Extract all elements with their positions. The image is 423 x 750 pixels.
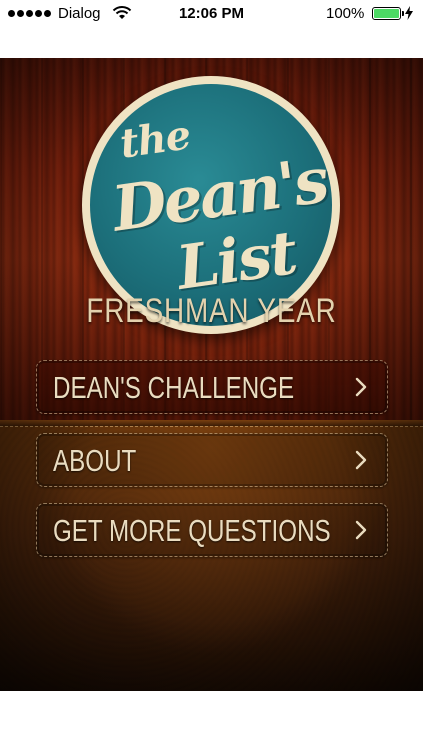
- screen: Dialog 12:06 PM 100% the Dean's List FRE…: [0, 0, 423, 750]
- menu-item-label: GET MORE QUESTIONS: [53, 513, 331, 548]
- app-view: the Dean's List FRESHMAN YEAR DEAN'S CHA…: [0, 58, 423, 691]
- menu-item-label: ABOUT: [53, 443, 137, 478]
- battery-nub: [402, 11, 404, 16]
- logo-word-the: the: [117, 111, 193, 168]
- chevron-right-icon: [351, 450, 371, 470]
- about-button[interactable]: ABOUT: [36, 433, 388, 487]
- deans-challenge-button[interactable]: DEAN'S CHALLENGE: [36, 360, 388, 414]
- status-bar: Dialog 12:06 PM 100%: [0, 0, 423, 28]
- battery-percentage: 100%: [326, 5, 365, 22]
- battery-icon: [372, 7, 404, 20]
- chevron-right-icon: [351, 520, 371, 540]
- subtitle-freshman-year: FRESHMAN YEAR: [86, 292, 337, 330]
- chevron-right-icon: [351, 377, 371, 397]
- bolt-icon: [405, 6, 413, 24]
- get-more-questions-button[interactable]: GET MORE QUESTIONS: [36, 503, 388, 557]
- menu-item-label: DEAN'S CHALLENGE: [53, 370, 295, 405]
- battery-level: [374, 9, 399, 18]
